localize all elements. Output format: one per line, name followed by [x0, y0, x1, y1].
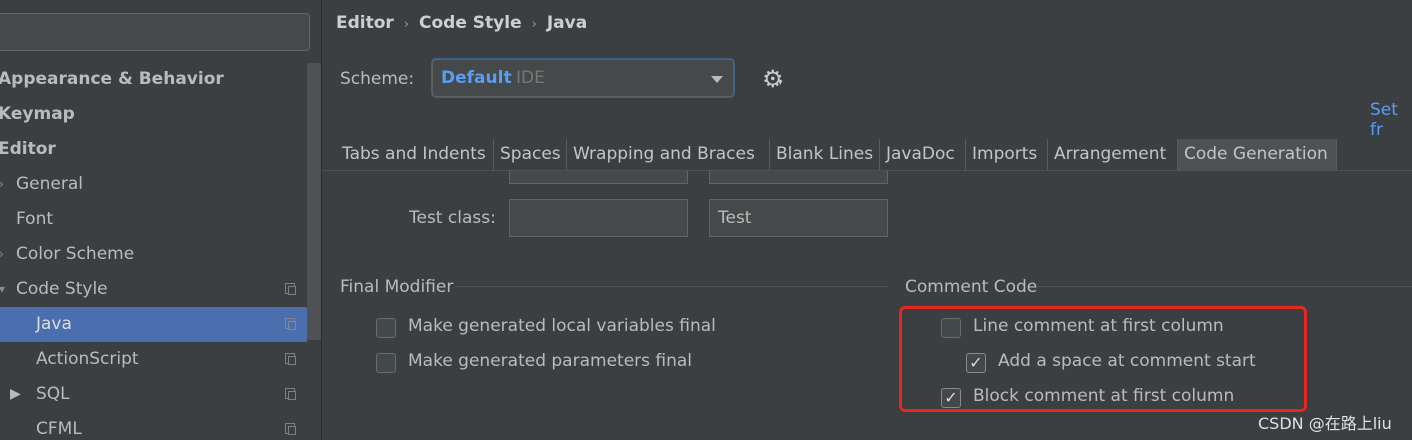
breadcrumb: Editor › Code Style › Java [336, 13, 587, 33]
set-from-link[interactable]: Set fr [1370, 100, 1412, 140]
test-class-prefix-field[interactable] [509, 199, 688, 237]
settings-sidebar: Appearance & Behavior Keymap Editor › Ge… [0, 0, 322, 440]
sidebar-item-java[interactable]: Java [0, 307, 307, 342]
scheme-name: Default [441, 68, 512, 88]
sidebar-item-label: ActionScript [36, 349, 139, 369]
sidebar-item-label: Code Style [16, 279, 108, 299]
chevron-right-icon[interactable]: › [0, 167, 4, 202]
tab-blank-lines[interactable]: Blank Lines [770, 139, 880, 171]
chevron-right-icon[interactable]: › [0, 237, 4, 272]
tab-imports[interactable]: Imports [966, 139, 1048, 171]
watermark: CSDN @在路上liu [1258, 414, 1392, 433]
scheme-dropdown[interactable]: Default IDE [432, 59, 734, 97]
gear-icon[interactable]: ⚙ ▾ [762, 65, 784, 93]
sidebar-item-appearance-behavior[interactable]: Appearance & Behavior [0, 62, 307, 97]
tab-label: Wrapping and Braces [573, 144, 755, 164]
sidebar-item-label: Keymap [0, 104, 75, 124]
test-class-suffix-field[interactable]: Test [709, 199, 888, 237]
tab-tabs-and-indents[interactable]: Tabs and Indents [336, 139, 494, 171]
tab-label: Tabs and Indents [342, 144, 486, 164]
expand-arrow-icon[interactable]: ▶ [10, 377, 21, 412]
sidebar-item-general[interactable]: › General [0, 167, 307, 202]
tab-label: JavaDoc [886, 144, 955, 164]
tab-label: Code Generation [1184, 144, 1328, 164]
tab-arrangement[interactable]: Arrangement [1048, 139, 1178, 171]
tab-label: Spaces [500, 144, 561, 164]
checkbox-label: Make generated parameters final [408, 351, 693, 371]
dropdown-arrow-icon [711, 76, 723, 83]
project-scope-icon [285, 423, 296, 435]
breadcrumb-item: Editor [336, 13, 394, 33]
test-class-label: Test class: [409, 208, 496, 228]
sidebar-item-label: Color Scheme [16, 244, 135, 264]
chevron-down-icon[interactable]: ▾ [0, 272, 5, 307]
sidebar-item-label: SQL [36, 384, 70, 404]
tab-spaces[interactable]: Spaces [494, 139, 567, 171]
tab-label: Arrangement [1054, 144, 1167, 164]
group-divider [454, 286, 888, 287]
group-divider [1037, 286, 1412, 287]
previous-suffix-field[interactable] [709, 171, 888, 184]
tab-javadoc[interactable]: JavaDoc [880, 139, 966, 171]
checkbox-label: Make generated local variables final [408, 316, 716, 336]
red-highlight-annotation [899, 306, 1307, 412]
checkbox-box[interactable] [376, 353, 396, 373]
sidebar-item-actionscript[interactable]: ActionScript [0, 342, 307, 377]
scheme-type: IDE [516, 68, 545, 88]
sidebar-item-label: Appearance & Behavior [0, 69, 224, 89]
chevron-right-icon: › [531, 17, 537, 32]
sidebar-item-color-scheme[interactable]: › Color Scheme [0, 237, 307, 272]
sidebar-item-cfml[interactable]: CFML [0, 412, 307, 440]
tab-bar: Tabs and Indents Spaces Wrapping and Bra… [322, 136, 1412, 171]
sidebar-item-label: CFML [36, 419, 82, 439]
breadcrumb-item: Java [546, 13, 588, 33]
sidebar-item-keymap[interactable]: Keymap [0, 97, 307, 132]
project-scope-icon [285, 388, 296, 400]
tab-label: Imports [972, 144, 1038, 164]
previous-prefix-field[interactable] [509, 171, 688, 184]
settings-search-input[interactable] [0, 13, 310, 51]
sidebar-item-font[interactable]: Font [0, 202, 307, 237]
tab-label: Blank Lines [776, 144, 874, 164]
sidebar-item-label: Editor [0, 139, 56, 159]
tab-wrapping-and-braces[interactable]: Wrapping and Braces [567, 139, 770, 171]
project-scope-icon [285, 353, 296, 365]
checkbox-box[interactable] [376, 318, 396, 338]
sidebar-item-editor[interactable]: Editor [0, 132, 307, 167]
project-scope-icon [285, 318, 296, 330]
project-scope-icon [285, 283, 296, 295]
code-style-panel: Editor › Code Style › Java Scheme: Default I… [322, 0, 1412, 440]
sidebar-item-code-style[interactable]: ▾ Code Style [0, 272, 307, 307]
comment-code-title: Comment Code [905, 277, 1038, 297]
tab-code-generation[interactable]: Code Generation [1178, 139, 1337, 171]
sidebar-scrollbar[interactable] [307, 63, 321, 340]
chevron-right-icon: › [403, 17, 410, 32]
breadcrumb-item: Code Style [419, 13, 522, 33]
sidebar-item-label: General [16, 174, 83, 194]
sidebar-item-label: Font [16, 209, 54, 229]
code-generation-tab-content: Test class: Test Final Modifier Make gen… [322, 171, 1412, 440]
final-modifier-title: Final Modifier [340, 277, 454, 297]
sidebar-item-label: Java [36, 314, 72, 334]
sidebar-item-sql[interactable]: ▶ SQL [0, 377, 307, 412]
scheme-label: Scheme: [340, 69, 415, 89]
